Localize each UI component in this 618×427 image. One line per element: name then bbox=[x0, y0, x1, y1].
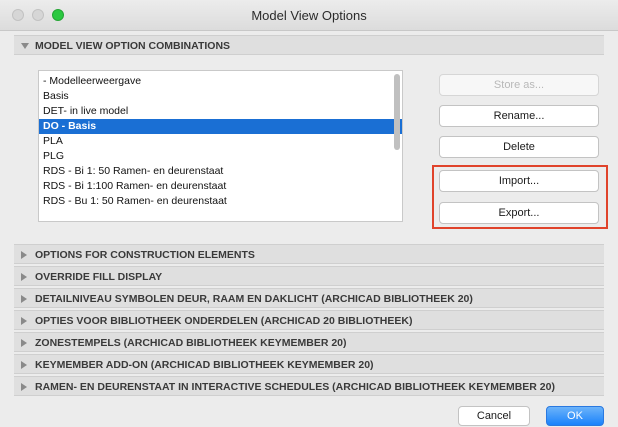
disclosure-right-icon bbox=[21, 295, 27, 303]
list-item[interactable]: Basis bbox=[39, 89, 402, 104]
section-detailniveau-symbolen[interactable]: DETAILNIVEAU SYMBOLEN DEUR, RAAM EN DAKL… bbox=[14, 288, 604, 308]
ok-button[interactable]: OK bbox=[546, 406, 604, 426]
list-item[interactable]: RDS - Bu 1: 50 Ramen- en deurenstaat bbox=[39, 194, 402, 209]
disclosure-right-icon bbox=[21, 339, 27, 347]
section-model-view-option-combinations[interactable]: MODEL VIEW OPTION COMBINATIONS bbox=[14, 35, 604, 55]
combinations-panel: - Modelleerweergave Basis DET- in live m… bbox=[14, 55, 608, 241]
disclosure-right-icon bbox=[21, 383, 27, 391]
section-label: DETAILNIVEAU SYMBOLEN DEUR, RAAM EN DAKL… bbox=[35, 293, 473, 305]
title-bar: Model View Options bbox=[0, 0, 618, 31]
disclosure-right-icon bbox=[21, 251, 27, 259]
disclosure-right-icon bbox=[21, 317, 27, 325]
section-label: RAMEN- EN DEURENSTAAT IN INTERACTIVE SCH… bbox=[35, 381, 555, 393]
disclosure-down-icon bbox=[21, 43, 29, 49]
section-override-fill-display[interactable]: OVERRIDE FILL DISPLAY bbox=[14, 266, 604, 286]
disclosure-right-icon bbox=[21, 361, 27, 369]
section-label: MODEL VIEW OPTION COMBINATIONS bbox=[35, 40, 231, 52]
import-export-highlight-box bbox=[432, 165, 608, 229]
list-item[interactable]: RDS - Bi 1: 50 Ramen- en deurenstaat bbox=[39, 164, 402, 179]
dialog-footer: Cancel OK bbox=[0, 401, 618, 427]
list-item[interactable]: - Modelleerweergave bbox=[39, 74, 402, 89]
model-view-options-dialog: Model View Options MODEL VIEW OPTION COM… bbox=[0, 0, 618, 427]
list-scrollbar[interactable] bbox=[394, 74, 400, 150]
section-opties-bibliotheek[interactable]: OPTIES VOOR BIBLIOTHEEK ONDERDELEN (ARCH… bbox=[14, 310, 604, 330]
combinations-list[interactable]: - Modelleerweergave Basis DET- in live m… bbox=[38, 70, 403, 222]
section-construction-elements[interactable]: OPTIONS FOR CONSTRUCTION ELEMENTS bbox=[14, 244, 604, 264]
window-title: Model View Options bbox=[251, 8, 367, 23]
list-item[interactable]: PLA bbox=[39, 134, 402, 149]
section-label: KEYMEMBER ADD-ON (ARCHICAD BIBLIOTHEEK K… bbox=[35, 359, 374, 371]
section-keymember-add-on[interactable]: KEYMEMBER ADD-ON (ARCHICAD BIBLIOTHEEK K… bbox=[14, 354, 604, 374]
section-label: ZONESTEMPELS (ARCHICAD BIBLIOTHEEK KEYME… bbox=[35, 337, 347, 349]
list-item[interactable]: PLG bbox=[39, 149, 402, 164]
list-item[interactable]: DET- in live model bbox=[39, 104, 402, 119]
store-as-button[interactable]: Store as... bbox=[439, 74, 599, 96]
cancel-button[interactable]: Cancel bbox=[458, 406, 530, 426]
section-label: OPTIONS FOR CONSTRUCTION ELEMENTS bbox=[35, 249, 255, 261]
section-label: OVERRIDE FILL DISPLAY bbox=[35, 271, 163, 283]
section-label: OPTIES VOOR BIBLIOTHEEK ONDERDELEN (ARCH… bbox=[35, 315, 413, 327]
list-item-selected[interactable]: DO - Basis bbox=[39, 119, 402, 134]
section-ramen-deurenstaat[interactable]: RAMEN- EN DEURENSTAAT IN INTERACTIVE SCH… bbox=[14, 376, 604, 396]
section-zonestempels[interactable]: ZONESTEMPELS (ARCHICAD BIBLIOTHEEK KEYME… bbox=[14, 332, 604, 352]
disclosure-right-icon bbox=[21, 273, 27, 281]
delete-button[interactable]: Delete bbox=[439, 136, 599, 158]
list-item[interactable]: RDS - Bi 1:100 Ramen- en deurenstaat bbox=[39, 179, 402, 194]
rename-button[interactable]: Rename... bbox=[439, 105, 599, 127]
